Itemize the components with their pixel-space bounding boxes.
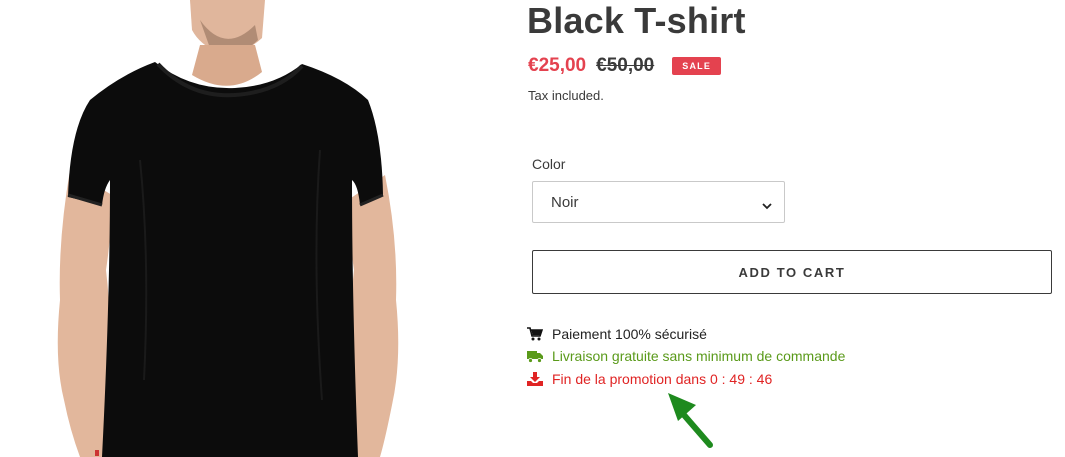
feature-text: Livraison gratuite sans minimum de comma… bbox=[552, 348, 846, 364]
annotation-arrow-icon bbox=[660, 385, 720, 456]
sale-price: €25,00 bbox=[528, 55, 587, 76]
sale-badge: SALE bbox=[672, 57, 722, 75]
feature-text: Paiement 100% sécurisé bbox=[552, 326, 707, 342]
tax-note: Tax included. bbox=[528, 88, 604, 103]
feature-promotion-countdown: Fin de la promotion dans 0 : 49 : 46 bbox=[527, 371, 772, 387]
product-image[interactable] bbox=[40, 0, 430, 457]
color-label: Color bbox=[532, 156, 566, 172]
regular-price: €50,00 bbox=[596, 55, 655, 76]
chevron-down-icon bbox=[762, 197, 772, 215]
feature-secure-payment: Paiement 100% sécurisé bbox=[527, 326, 707, 342]
truck-icon bbox=[527, 349, 543, 363]
cart-icon bbox=[527, 327, 543, 341]
feature-free-delivery: Livraison gratuite sans minimum de comma… bbox=[527, 348, 845, 364]
color-select-value: Noir bbox=[551, 194, 579, 211]
add-to-cart-button[interactable]: ADD TO CART bbox=[532, 250, 1052, 294]
price-row: €25,00 €50,00 SALE bbox=[528, 53, 722, 79]
download-tray-icon bbox=[527, 372, 543, 386]
product-title: Black T-shirt bbox=[527, 0, 746, 41]
color-select[interactable]: Noir bbox=[532, 181, 785, 223]
